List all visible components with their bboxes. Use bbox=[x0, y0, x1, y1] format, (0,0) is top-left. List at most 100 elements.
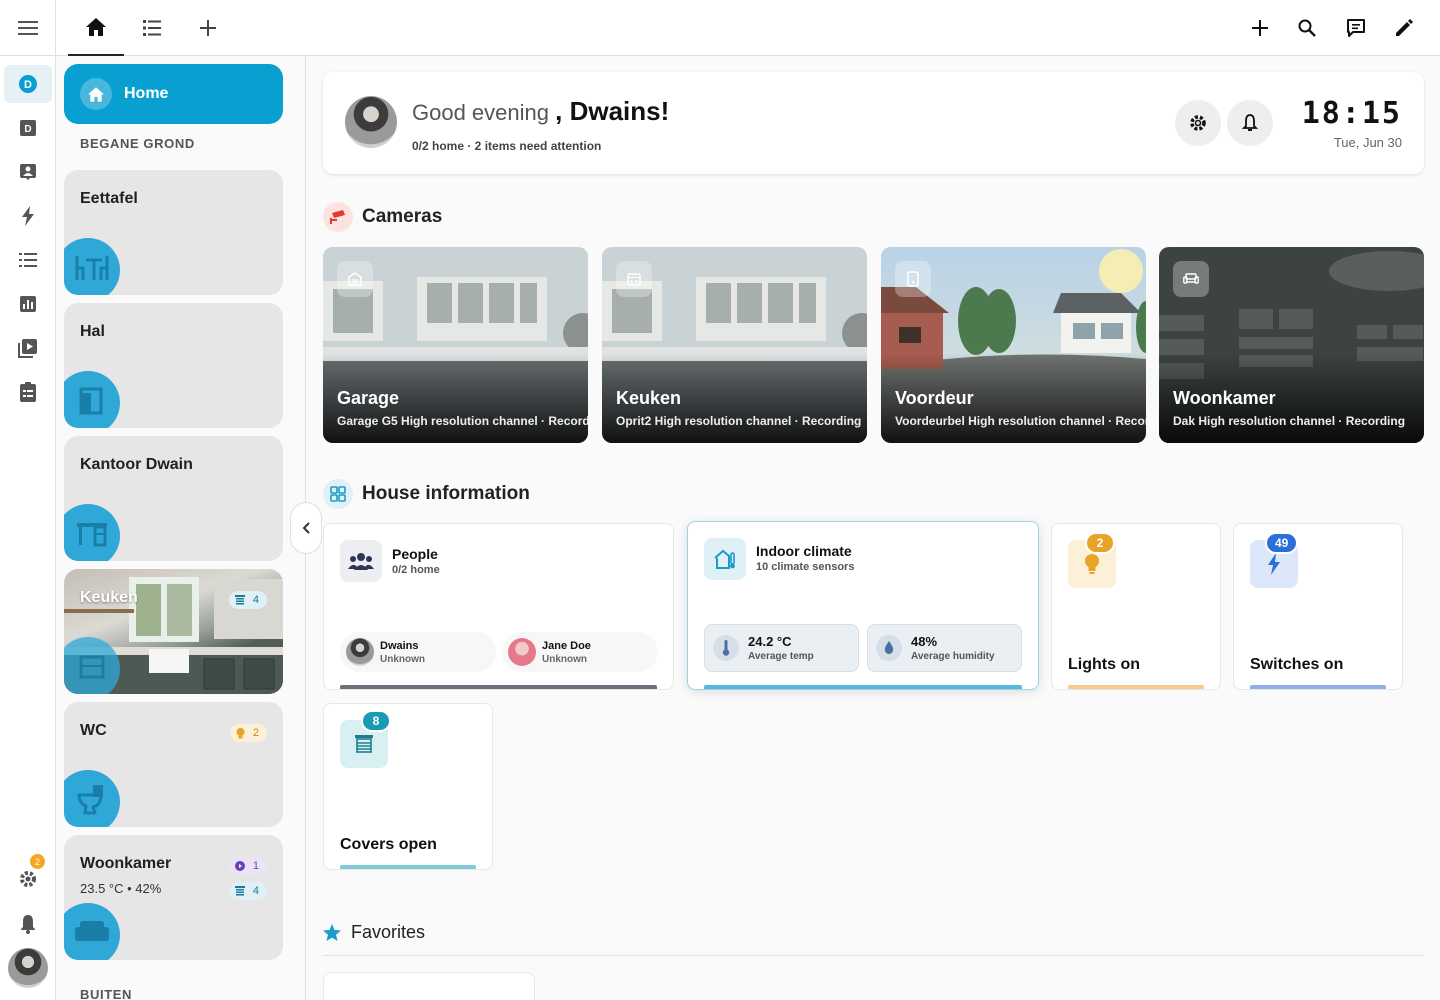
rail-item-notifications[interactable] bbox=[4, 905, 52, 943]
covers-label: Covers open bbox=[340, 836, 437, 853]
top-bar bbox=[56, 0, 1440, 56]
home-button[interactable]: Home bbox=[64, 64, 283, 124]
desk-icon bbox=[77, 523, 107, 547]
camera-type-icon-wrap bbox=[337, 261, 373, 297]
list-icon bbox=[19, 253, 37, 267]
section-label-outside: BUITEN bbox=[80, 987, 132, 1000]
camera-type-icon-wrap bbox=[1173, 261, 1209, 297]
rail-item-media[interactable] bbox=[4, 329, 52, 367]
person-chip-jane[interactable]: Jane Doe Unknown bbox=[502, 632, 658, 672]
rail-item-list[interactable] bbox=[4, 241, 52, 279]
light-count-badge: 2 bbox=[229, 724, 267, 742]
room-card-keuken[interactable]: Keuken 4 bbox=[64, 569, 283, 694]
covers-count-badge: 8 bbox=[361, 710, 391, 732]
camera-card-keuken[interactable]: Keuken Oprit2 High resolution channel · … bbox=[602, 247, 867, 443]
cameras-title: Cameras bbox=[323, 202, 442, 232]
home-thermometer-icon bbox=[714, 549, 735, 569]
person-avatar bbox=[508, 638, 536, 666]
camera-name: Woonkamer bbox=[1173, 388, 1276, 408]
room-card-woonkamer[interactable]: Woonkamer 23.5 °C • 42% 1 4 bbox=[64, 835, 283, 960]
search-button[interactable] bbox=[1287, 8, 1327, 48]
chat-icon bbox=[1347, 19, 1365, 37]
switches-bar bbox=[1250, 685, 1386, 689]
covers-bar bbox=[340, 865, 476, 869]
clock: 18:15 Tue, Jun 30 bbox=[1302, 96, 1402, 150]
camera-status: Dak High resolution channel · Recording bbox=[1173, 414, 1406, 428]
person-chip-dwains[interactable]: Dwains Unknown bbox=[340, 632, 496, 672]
climate-bar bbox=[704, 685, 1022, 689]
switches-count-badge: 49 bbox=[1265, 532, 1299, 554]
edit-button[interactable] bbox=[1384, 8, 1424, 48]
home-label: Home bbox=[124, 85, 169, 102]
house-info-title: House information bbox=[323, 479, 530, 509]
switches-card[interactable]: 49 Switches on bbox=[1233, 523, 1403, 690]
room-card-wc[interactable]: WC 2 bbox=[64, 702, 283, 827]
menu-icon bbox=[18, 20, 38, 35]
greeting-text: Good evening , Dwains! bbox=[412, 96, 670, 126]
rail-item-settings[interactable]: 2 bbox=[4, 854, 52, 898]
clock-date: Tue, Jun 30 bbox=[1333, 135, 1402, 150]
lightning-icon bbox=[22, 206, 34, 226]
tab-add[interactable] bbox=[180, 0, 236, 56]
dashboard-d-outline-icon: D bbox=[20, 120, 36, 136]
blinds-icon bbox=[355, 735, 373, 753]
cover-count-badge: 4 bbox=[228, 882, 267, 900]
room-card-eettafel[interactable]: Eettafel bbox=[64, 170, 283, 295]
user-avatar[interactable] bbox=[8, 948, 48, 988]
room-icon-wrap bbox=[64, 238, 120, 295]
people-card[interactable]: People 0/2 home Dwains Unknown Jane Doe Un… bbox=[323, 523, 674, 690]
room-name: Kantoor Dwain bbox=[80, 456, 193, 473]
svg-text:D: D bbox=[24, 79, 32, 91]
blinds-icon bbox=[234, 595, 245, 605]
rail-item-people[interactable] bbox=[4, 153, 52, 191]
tab-list[interactable] bbox=[124, 0, 180, 56]
camera-status: Garage G5 High resolution channel · Reco… bbox=[337, 414, 588, 428]
bulb-icon bbox=[236, 727, 245, 738]
indoor-climate-card[interactable]: Indoor climate 10 climate sensors 24.2 °… bbox=[687, 521, 1039, 690]
room-card-hal[interactable]: Hal bbox=[64, 303, 283, 428]
account-box-icon bbox=[20, 164, 36, 180]
camera-card-woonkamer[interactable]: Woonkamer Dak High resolution channel · … bbox=[1159, 247, 1424, 443]
covers-card[interactable]: 8 Covers open bbox=[323, 703, 493, 870]
room-name: Woonkamer bbox=[80, 855, 172, 872]
rail-item-dashboard-2[interactable]: D bbox=[4, 109, 52, 147]
notifications-button[interactable] bbox=[1227, 100, 1273, 146]
tab-home[interactable] bbox=[68, 0, 124, 56]
grid-icon-wrap bbox=[323, 479, 353, 509]
cctv-icon bbox=[330, 210, 345, 224]
greeting-avatar[interactable] bbox=[345, 96, 397, 148]
list-icon bbox=[143, 20, 161, 36]
room-card-kantoor[interactable]: Kantoor Dwain bbox=[64, 436, 283, 561]
add-button[interactable] bbox=[1240, 8, 1280, 48]
clock-time: 18:15 bbox=[1301, 96, 1402, 131]
room-name: WC bbox=[80, 722, 107, 739]
rail-item-dashboard[interactable]: D bbox=[4, 65, 52, 103]
camera-name: Keuken bbox=[616, 388, 682, 408]
chart-icon bbox=[20, 296, 36, 312]
rail-item-energy[interactable] bbox=[4, 197, 52, 235]
room-icon-wrap bbox=[64, 770, 120, 827]
greeting-card: Good evening , Dwains! 0/2 home · 2 item… bbox=[323, 72, 1424, 174]
collapse-sidebar-button[interactable] bbox=[290, 502, 322, 554]
favorites-title: Favorites bbox=[323, 922, 425, 943]
home-icon-wrap bbox=[80, 78, 112, 110]
section-label-ground: BEGANE GROND bbox=[80, 136, 195, 151]
menu-button[interactable] bbox=[0, 0, 56, 56]
lights-card[interactable]: 2 Lights on bbox=[1051, 523, 1221, 690]
settings-badge: 2 bbox=[30, 854, 45, 869]
favorite-card[interactable] bbox=[323, 972, 535, 1000]
chevron-left-icon bbox=[302, 522, 310, 534]
door-icon bbox=[79, 387, 103, 415]
gear-icon bbox=[20, 871, 36, 887]
plus-icon bbox=[200, 20, 216, 36]
camera-status: Oprit2 High resolution channel · Recordi… bbox=[616, 414, 862, 428]
room-icon-wrap bbox=[64, 504, 120, 561]
camera-card-voordeur[interactable]: Voordeur Voordeurbel High resolution cha… bbox=[881, 247, 1146, 443]
rail-item-history[interactable] bbox=[4, 285, 52, 323]
assist-button[interactable] bbox=[1336, 8, 1376, 48]
camera-card-garage[interactable]: Garage Garage G5 High resolution channel… bbox=[323, 247, 588, 443]
sofa-icon bbox=[1183, 273, 1199, 284]
rail-item-logbook[interactable] bbox=[4, 373, 52, 411]
settings-button[interactable] bbox=[1175, 100, 1221, 146]
toilet-icon bbox=[77, 785, 103, 815]
